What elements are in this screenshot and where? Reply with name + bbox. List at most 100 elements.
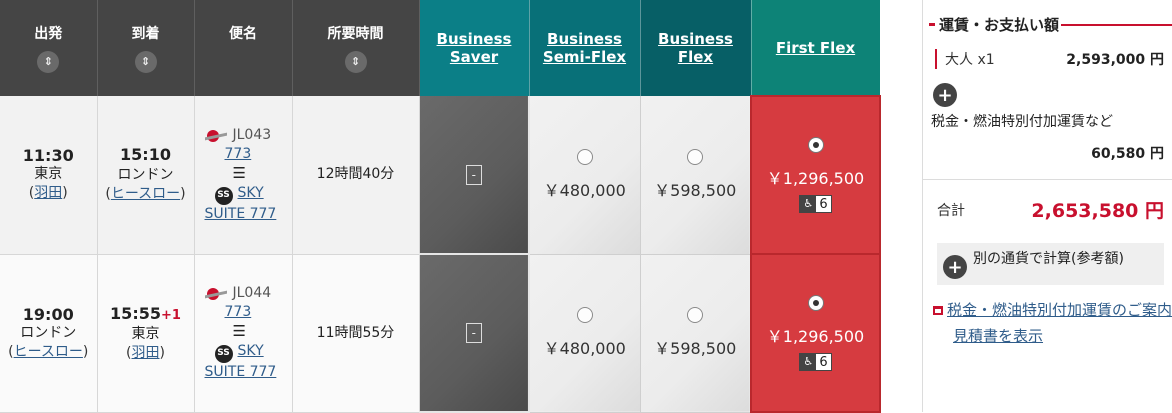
adult-fare-row: 大人 x1 2,593,000 円: [935, 49, 1164, 69]
table-header-row: 出発 ⇕ 到着 ⇕ 便名 所要時間 ⇕ Business Saver Busin…: [0, 0, 881, 96]
total-label: 合計: [937, 202, 965, 219]
fare-header-business-semi-flex[interactable]: Business Semi-Flex: [529, 0, 641, 96]
total-price: 2,653,580 円: [1031, 200, 1164, 222]
flight-header: 便名: [194, 0, 293, 96]
arrival-cell: 15:10 ロンドン (ヒースロー): [97, 96, 195, 255]
arrival-city: ロンドン: [117, 167, 174, 184]
table-row: 19:00 ロンドン (ヒースロー) 15:55+1 東京 (羽田) JL044…: [0, 253, 881, 413]
seats-left-count: 6: [819, 354, 828, 370]
adult-fare-label: 大人 x1: [935, 49, 995, 69]
flight-cell: JL043 773 ☰ SS SKY SUITE 777: [194, 96, 293, 255]
seat-icon: ♿: [800, 354, 817, 370]
seat-type-link-2[interactable]: SUITE 777: [205, 206, 277, 222]
arrival-day-offset: +1: [160, 307, 181, 323]
arrival-time: 15:55: [110, 303, 161, 323]
tax-label: 税金・燃油特別付加運賃など: [931, 114, 1113, 130]
departure-time: 19:00: [22, 304, 74, 324]
sky-suite-seat-icon: SS: [214, 186, 233, 205]
seat-type-link[interactable]: SKY: [238, 343, 264, 359]
flight-header-label: 便名: [229, 26, 257, 42]
fare-flex-cell[interactable]: ￥598,500: [640, 96, 752, 255]
seat-type-link[interactable]: SKY: [238, 185, 264, 201]
fare-first-flex-cell[interactable]: ￥1,296,500 ♿ 6: [750, 95, 881, 255]
duration-header-label: 所要時間: [327, 26, 384, 42]
departure-airport-link[interactable]: ヒースロー: [14, 344, 83, 360]
fare-header-first-flex[interactable]: First Flex: [751, 0, 881, 96]
view-estimate-link[interactable]: 見積書を表示: [953, 327, 1043, 345]
seats-left-badge: ♿ 6: [799, 353, 832, 371]
wifi-icon: ☰: [232, 164, 246, 182]
fare-header-business-saver[interactable]: Business Saver: [419, 0, 530, 96]
fare-price: ￥598,500: [654, 339, 737, 358]
arrival-cell: 15:55+1 東京 (羽田): [97, 254, 195, 413]
sky-suite-seat-icon: SS: [214, 344, 233, 363]
external-link-icon: [933, 306, 943, 315]
fare-radio-selected[interactable]: [807, 137, 824, 153]
departure-cell: 19:00 ロンドン (ヒースロー): [0, 254, 98, 413]
seats-left-badge: ♿ 6: [799, 195, 832, 213]
departure-header-label: 出発: [34, 26, 63, 42]
title-accent: [929, 23, 935, 26]
flight-fare-table: 出発 ⇕ 到着 ⇕ 便名 所要時間 ⇕ Business Saver Busin…: [0, 0, 881, 413]
plus-icon: +: [943, 255, 967, 279]
fare-radio[interactable]: [687, 148, 704, 165]
jal-crane-logo-icon: [205, 129, 227, 142]
fare-saver-cell: -: [419, 254, 530, 413]
departure-airport-link[interactable]: 羽田: [34, 185, 62, 201]
duration-header[interactable]: 所要時間 ⇕: [292, 0, 420, 96]
seats-left-count: 6: [819, 196, 828, 212]
adult-fare-price: 2,593,000 円: [1066, 52, 1164, 68]
fare-price: ￥598,500: [654, 180, 737, 200]
flight-number: JL044: [232, 285, 272, 302]
sort-icon[interactable]: ⇕: [37, 51, 60, 73]
unavailable-mark: -: [465, 164, 482, 185]
departure-time: 11:30: [22, 146, 74, 166]
departure-header[interactable]: 出発 ⇕: [0, 0, 98, 96]
sort-icon[interactable]: ⇕: [344, 51, 367, 73]
expand-tax-plus-icon[interactable]: +: [933, 83, 957, 107]
fare-radio[interactable]: [576, 148, 593, 165]
title-underline: [1061, 23, 1172, 26]
arrival-airport-link[interactable]: 羽田: [132, 345, 160, 361]
fare-price: ￥1,296,500: [766, 169, 865, 188]
wifi-icon: ☰: [232, 322, 246, 341]
duration-cell: 12時間40分: [292, 96, 420, 255]
flight-cell: JL044 773 ☰ SS SKY SUITE 777: [194, 254, 293, 413]
fare-summary-panel: 運賃・お支払い額 大人 x1 2,593,000 円 + 税金・燃油特別付加運賃…: [922, 0, 1172, 412]
fare-price: ￥480,000: [543, 339, 626, 358]
arrival-header[interactable]: 到着 ⇕: [97, 0, 195, 96]
seat-icon: ♿: [800, 196, 817, 212]
aircraft-link[interactable]: 773: [225, 304, 252, 320]
fare-radio-selected[interactable]: [807, 295, 824, 311]
aircraft-link[interactable]: 773: [225, 146, 252, 162]
divider: [923, 179, 1172, 180]
fare-radio[interactable]: [687, 307, 704, 323]
tax-price: 60,580 円: [1091, 146, 1164, 162]
arrival-airport-link[interactable]: ヒースロー: [111, 186, 180, 202]
departure-city: 東京: [34, 166, 63, 183]
fare-semi-flex-cell[interactable]: ￥480,000: [529, 96, 641, 255]
fare-price: ￥480,000: [543, 180, 626, 200]
arrival-header-label: 到着: [131, 26, 160, 42]
other-currency-button[interactable]: + 別の通貨で計算(参考額): [937, 243, 1164, 285]
tax-info-link[interactable]: 税金・燃油特別付加運賃のご案内: [947, 301, 1172, 319]
fare-first-flex-cell[interactable]: ￥1,296,500 ♿ 6: [750, 253, 881, 413]
sort-icon[interactable]: ⇕: [134, 51, 157, 73]
other-currency-label: 別の通貨で計算(参考額): [973, 251, 1124, 267]
fare-radio[interactable]: [576, 307, 593, 323]
fare-summary-title: 運賃・お支払い額: [929, 14, 1172, 35]
unavailable-mark: -: [465, 323, 482, 343]
fare-summary-title-text: 運賃・お支払い額: [939, 16, 1060, 34]
fare-semi-flex-cell[interactable]: ￥480,000: [529, 254, 641, 413]
flight-number: JL043: [232, 127, 272, 143]
departure-city: ロンドン: [20, 324, 77, 341]
duration-cell: 11時間55分: [292, 254, 420, 413]
jal-crane-logo-icon: [205, 287, 227, 300]
fare-flex-cell[interactable]: ￥598,500: [640, 254, 752, 413]
table-row: 11:30 東京 (羽田) 15:10 ロンドン (ヒースロー) JL043 7…: [0, 95, 881, 255]
arrival-city: 東京: [131, 325, 160, 342]
fare-price: ￥1,296,500: [766, 327, 865, 346]
fare-header-business-flex[interactable]: Business Flex: [640, 0, 752, 96]
arrival-time: 15:10: [120, 145, 171, 165]
seat-type-link-2[interactable]: SUITE 777: [205, 364, 277, 380]
